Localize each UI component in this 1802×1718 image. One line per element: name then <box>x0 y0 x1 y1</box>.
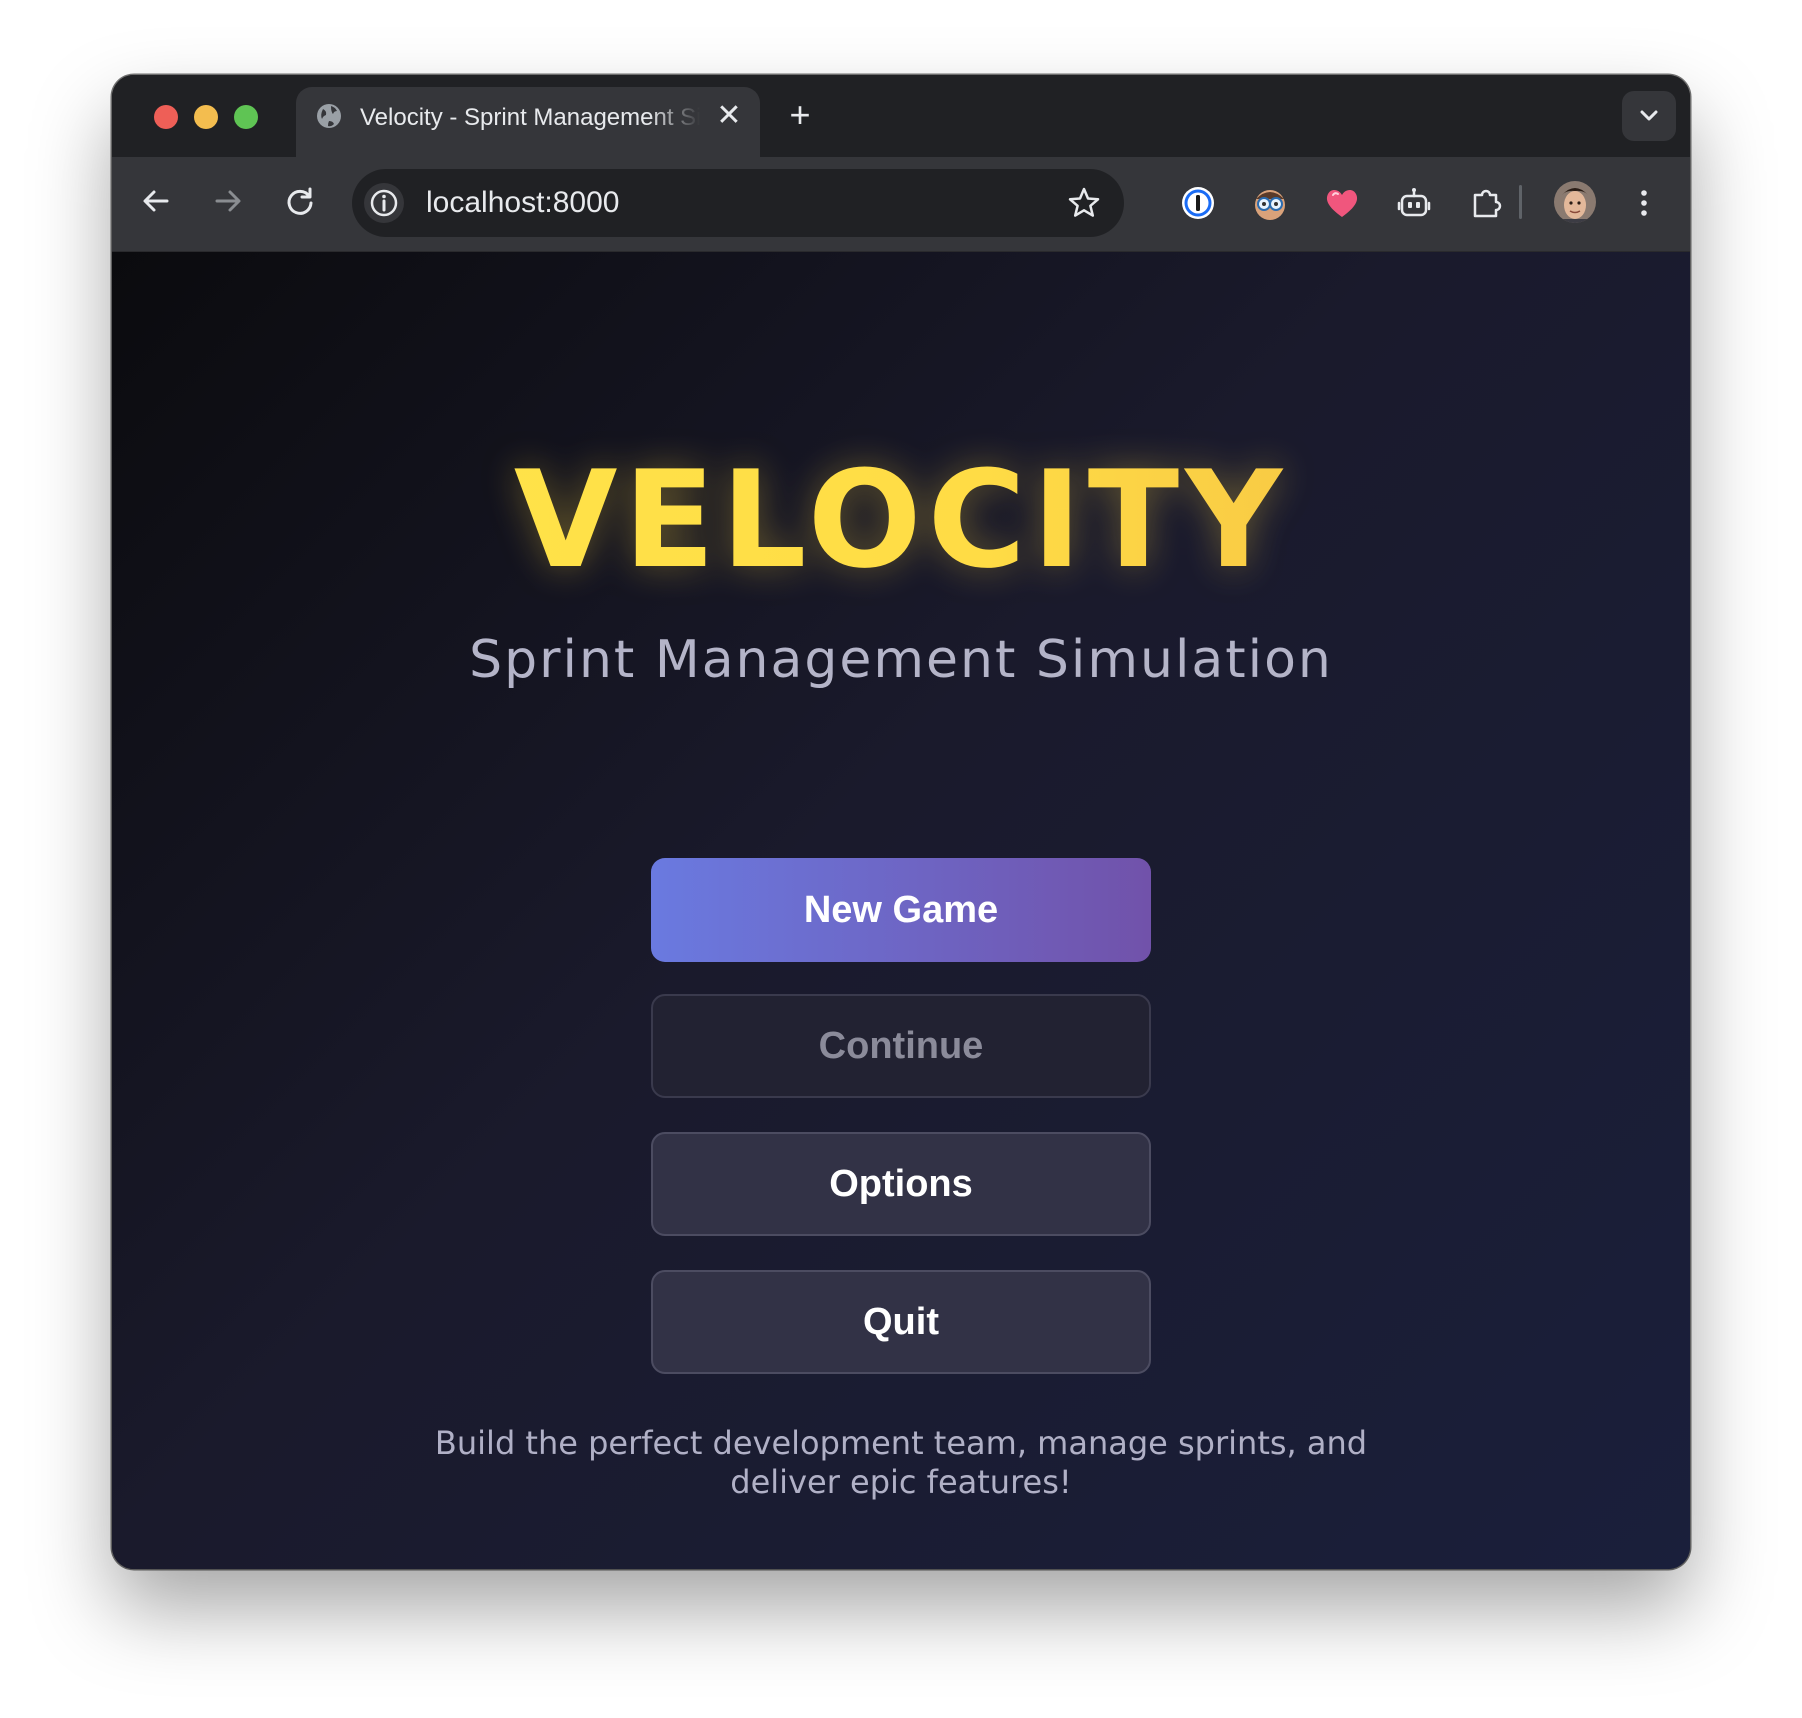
back-arrow-icon[interactable] <box>136 181 176 221</box>
new-game-button[interactable]: New Game <box>651 858 1151 962</box>
browser-toolbar: localhost:8000 <box>112 157 1690 252</box>
game-subtitle: Sprint Management Simulation <box>469 630 1333 690</box>
forward-arrow-icon[interactable] <box>208 181 248 221</box>
tab-close-icon[interactable]: ✕ <box>714 101 744 131</box>
heart-extension-icon[interactable] <box>1322 183 1362 223</box>
minimize-window-button[interactable] <box>194 105 218 129</box>
password-manager-icon[interactable] <box>1178 183 1218 223</box>
reload-icon[interactable] <box>280 181 320 221</box>
profile-avatar[interactable] <box>1552 179 1598 225</box>
quit-button[interactable]: Quit <box>651 1270 1151 1374</box>
glasses-extension-icon[interactable] <box>1250 183 1290 223</box>
game-title: VELOCITY <box>112 450 1690 590</box>
more-menu-icon[interactable] <box>1624 183 1664 223</box>
site-info-button[interactable] <box>364 183 404 223</box>
extensions-puzzle-icon[interactable] <box>1466 183 1506 223</box>
continue-button[interactable]: Continue <box>651 994 1151 1098</box>
chevron-down-icon <box>1640 110 1658 121</box>
browser-window: Velocity - Sprint Management Simulation … <box>112 75 1690 1569</box>
new-tab-button[interactable]: + <box>782 97 818 133</box>
maximize-window-button[interactable] <box>234 105 258 129</box>
bookmark-star-icon[interactable] <box>1066 185 1102 221</box>
toolbar-divider <box>1519 185 1522 219</box>
tab-search-button[interactable] <box>1622 91 1676 141</box>
tagline: Build the perfect development team, mana… <box>434 1424 1368 1501</box>
tab-velocity[interactable]: Velocity - Sprint Management Simulation … <box>296 87 760 157</box>
globe-icon <box>317 104 341 128</box>
address-bar[interactable]: localhost:8000 <box>352 169 1124 237</box>
site-info-icon <box>370 189 398 217</box>
url-text: localhost:8000 <box>426 186 620 219</box>
game-main-menu: VELOCITY Sprint Management Simulation Ne… <box>112 252 1690 1569</box>
robot-extension-icon[interactable] <box>1394 183 1434 223</box>
options-button[interactable]: Options <box>651 1132 1151 1236</box>
tab-strip: Velocity - Sprint Management Simulation … <box>112 75 1690 157</box>
close-window-button[interactable] <box>154 105 178 129</box>
tab-title: Velocity - Sprint Management Simulation <box>360 104 700 131</box>
